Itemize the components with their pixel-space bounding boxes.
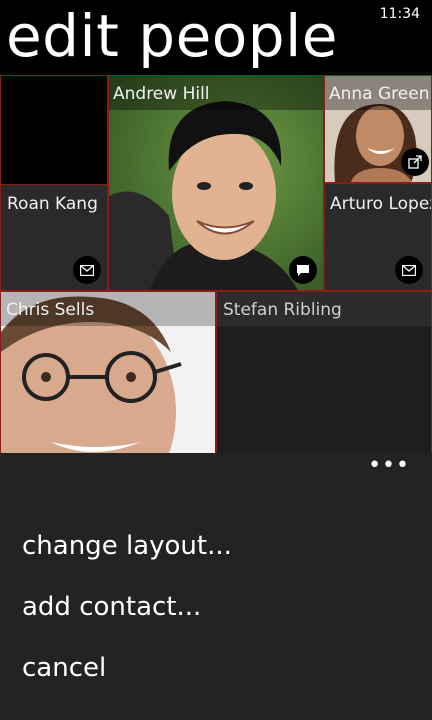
tile-chris-sells[interactable]: Chris Sells — [0, 291, 216, 456]
tile-name: Chris Sells — [6, 300, 95, 320]
message-icon[interactable] — [289, 256, 317, 284]
page-title: edit people — [6, 2, 338, 70]
menu-item-change-layout[interactable]: change layout... — [22, 531, 232, 561]
mail-icon[interactable] — [395, 256, 423, 284]
tile-anna-green[interactable]: Anna Green — [324, 75, 432, 183]
share-icon[interactable] — [401, 148, 429, 176]
tile-name: Andrew Hill — [113, 84, 210, 104]
tile-name: Arturo Lopez — [330, 194, 432, 214]
tile-photo-placeholder — [1, 76, 107, 185]
tile-name: Anna Green — [329, 84, 430, 104]
tile-arturo-lopez[interactable]: Arturo Lopez — [324, 183, 432, 291]
tile-name: Stefan Ribling — [223, 300, 342, 320]
tile-name: Roan Kang — [7, 194, 98, 214]
menu-item-add-contact[interactable]: add contact... — [22, 592, 201, 622]
status-time: 11:34 — [379, 6, 420, 22]
tile-andrew-hill[interactable]: Andrew Hill — [108, 75, 324, 291]
app-bar-menu: ••• change layout... add contact... canc… — [0, 453, 432, 720]
tile-roan-kang[interactable]: Roan Kang — [0, 75, 108, 291]
mail-icon[interactable] — [73, 256, 101, 284]
more-options-icon[interactable]: ••• — [368, 455, 410, 477]
menu-item-cancel[interactable]: cancel — [22, 653, 106, 683]
tile-stefan-ribling[interactable]: Stefan Ribling — [216, 291, 432, 456]
